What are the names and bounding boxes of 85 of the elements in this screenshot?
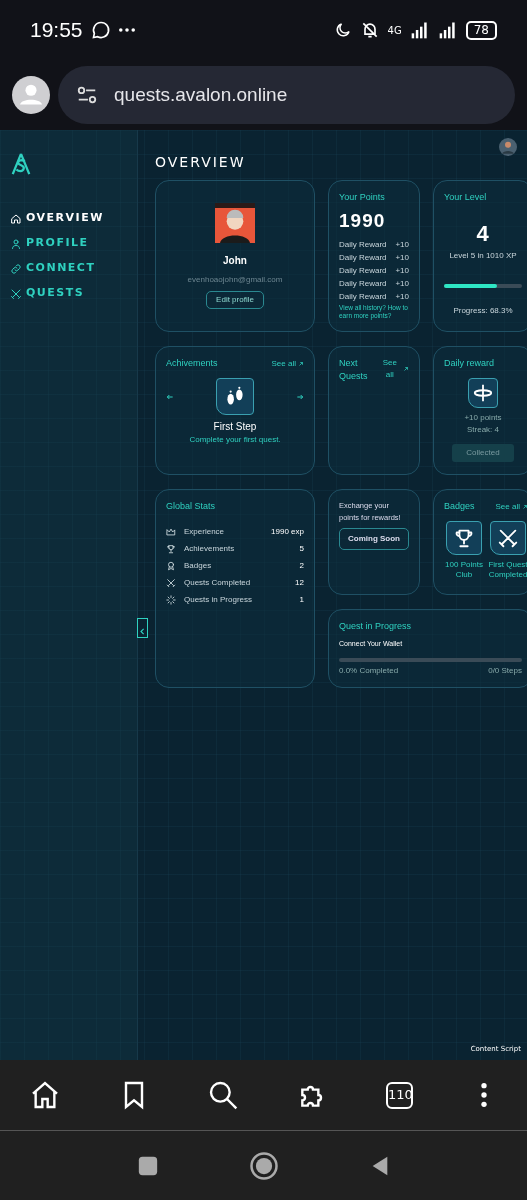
link-icon — [10, 262, 22, 275]
see-all-link[interactable]: See all — [378, 356, 409, 381]
nav-item[interactable]: OVERVIEW — [10, 206, 127, 231]
edit-profile-button[interactable]: Edit profile — [206, 291, 264, 309]
completed-text: 0.0% Completed — [339, 664, 399, 677]
stat-label: Badges — [184, 559, 213, 572]
nav-item[interactable]: QUESTS — [10, 281, 127, 306]
medal-icon — [166, 560, 176, 571]
streak-text: Streak: 4 — [467, 424, 499, 437]
chevron-left-icon — [138, 627, 147, 636]
achievement-description: Complete your first quest. — [188, 434, 282, 447]
arrow-up-right-icon — [522, 503, 527, 510]
collapse-sidebar-button[interactable] — [137, 618, 148, 638]
network-type: 4G — [387, 23, 402, 38]
progress-text: Progress: 68.3% — [452, 304, 514, 317]
achievement-name: First Step — [212, 420, 258, 435]
chat-app-icon — [90, 20, 111, 40]
level-number: 4 — [475, 219, 491, 248]
home-icon — [10, 212, 22, 225]
next-level-text: Level 5 in 1010 XP — [448, 249, 518, 262]
card-title: Daily reward — [444, 356, 494, 370]
battery-level: 78 — [465, 20, 497, 40]
person-icon — [10, 237, 22, 250]
reward-value: +10 — [395, 265, 409, 277]
crown-icon — [166, 526, 176, 537]
signal-icon — [409, 20, 430, 40]
trophy-icon — [166, 543, 176, 554]
user-email: evenhoaojohn@gmail.com — [187, 274, 283, 286]
reward-value: +10 — [395, 252, 409, 264]
home-button-icon[interactable] — [248, 1150, 279, 1181]
user-name: John — [223, 254, 247, 268]
page-title: OVERVIEW — [155, 153, 247, 172]
url-text: quests.avalon.online — [114, 82, 288, 107]
reward-value: +10 — [395, 239, 409, 251]
address-bar[interactable]: quests.avalon.online — [58, 66, 515, 124]
card-title: Global Stats — [166, 499, 217, 513]
recents-button-icon[interactable] — [136, 1154, 159, 1177]
points-total: 1990 — [339, 208, 387, 233]
reward-label: Daily Reward — [339, 265, 387, 277]
card-title: Your Points — [339, 191, 386, 204]
arrow-up-right-icon — [298, 360, 304, 367]
see-all-link[interactable]: See all — [271, 357, 304, 370]
stat-value: 5 — [299, 542, 304, 555]
nav-item[interactable]: CONNECT — [10, 256, 127, 281]
stat-label: Experience — [184, 525, 226, 538]
search-icon[interactable] — [207, 1079, 240, 1111]
spinner-icon — [166, 594, 176, 605]
arrow-left-icon[interactable] — [166, 392, 174, 401]
card-title: Badges — [444, 499, 475, 513]
stat-label: Quests Completed — [184, 576, 252, 589]
reward-points: +10 points — [464, 412, 502, 425]
user-avatar[interactable] — [499, 138, 517, 156]
badge-name: First Quest Completed — [488, 560, 527, 580]
card-title: Next Quests — [339, 356, 369, 384]
nav-item[interactable]: PROFILE — [10, 231, 127, 256]
arrow-right-icon[interactable] — [296, 392, 304, 401]
crossed-swords-icon — [10, 287, 22, 300]
card-title: Achivements — [166, 356, 218, 370]
site-settings-icon[interactable] — [76, 84, 98, 106]
more-dots-icon — [118, 28, 135, 32]
signal-icon — [437, 20, 458, 40]
stat-value: 12 — [295, 576, 304, 589]
stat-value: 2 — [299, 559, 304, 572]
card-title: Your Level — [444, 191, 488, 204]
profile-avatar-icon[interactable] — [12, 76, 50, 114]
reward-value: +10 — [395, 291, 409, 303]
reward-label: Daily Reward — [339, 291, 387, 303]
card-title: Quest in Progress — [339, 619, 413, 633]
coming-soon-button[interactable]: Coming Soon — [339, 528, 409, 551]
clock-time: 19:55 — [30, 17, 83, 44]
badge-name: 100 Points Club — [444, 560, 484, 580]
stat-label: Quests in Progress — [184, 593, 254, 606]
crossed-swords-icon — [497, 527, 519, 550]
crossed-swords-icon — [166, 577, 176, 588]
reward-label: Daily Reward — [339, 239, 387, 251]
stat-value: 1990 exp — [271, 525, 304, 538]
stat-value: 1 — [299, 593, 304, 606]
reward-label: Daily Reward — [339, 252, 387, 264]
see-all-link[interactable]: See all — [495, 500, 527, 513]
reward-value: +10 — [395, 278, 409, 290]
steps-text: 0/0 Steps — [488, 664, 522, 677]
stat-label: Achievements — [184, 542, 236, 555]
arrow-up-right-icon — [403, 365, 409, 372]
reward-label: Daily Reward — [339, 278, 387, 290]
trophy-icon — [453, 527, 475, 550]
